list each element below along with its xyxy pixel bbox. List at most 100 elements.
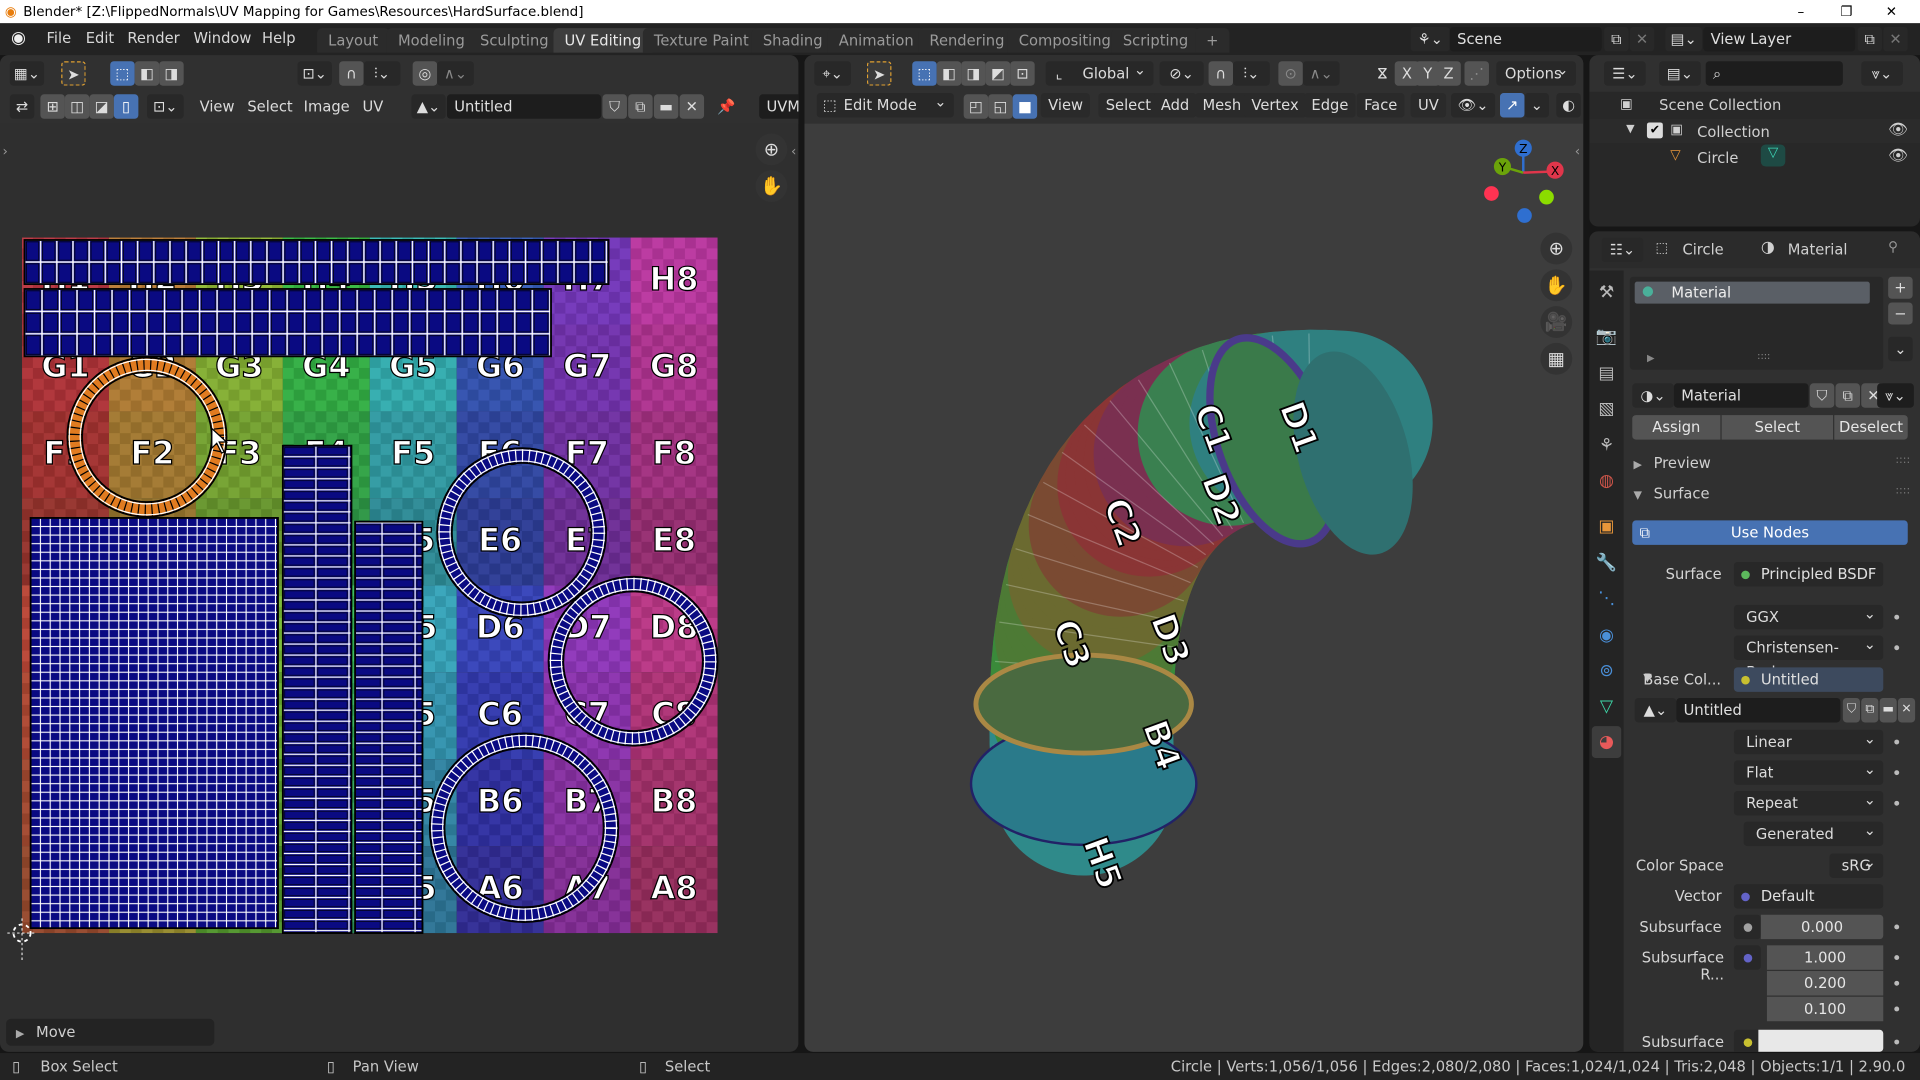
- tab-scripting[interactable]: Scripting: [1111, 28, 1200, 53]
- pan-hand-icon[interactable]: ✋: [1540, 269, 1573, 302]
- menu-edit[interactable]: Edit: [86, 29, 114, 46]
- tab-compositing[interactable]: Compositing: [1007, 28, 1122, 53]
- material-browse-icon[interactable]: ◑⌄: [1632, 383, 1674, 408]
- delete-view-layer-icon[interactable]: ✕: [1883, 26, 1908, 52]
- distribution-dropdown[interactable]: GGX: [1733, 601, 1884, 630]
- tab-render[interactable]: 📷: [1592, 321, 1621, 353]
- remove-slot-button[interactable]: −: [1888, 302, 1913, 325]
- filter-icon[interactable]: ⩔⌄: [1861, 61, 1903, 86]
- scene-name-field[interactable]: Scene: [1449, 26, 1602, 52]
- tab-tool[interactable]: ⚒: [1592, 277, 1621, 309]
- new-image-icon[interactable]: ⧉: [1861, 697, 1879, 723]
- uv-island-strip[interactable]: [23, 239, 610, 286]
- view-layer-field[interactable]: View Layer: [1703, 26, 1856, 52]
- camera-view-icon[interactable]: 🎥: [1540, 306, 1573, 338]
- menu-window[interactable]: Window: [193, 29, 251, 46]
- editor-type-icon[interactable]: ☷⌄: [1601, 237, 1644, 263]
- eye-icon[interactable]: 👁: [1888, 147, 1908, 165]
- tab-sculpting[interactable]: Sculpting: [468, 28, 560, 53]
- open-image-icon[interactable]: ▬: [1879, 697, 1897, 723]
- pin-icon[interactable]: ⚲: [1888, 239, 1898, 255]
- uv-island-ring[interactable]: [66, 356, 228, 518]
- perspective-grid-icon[interactable]: ▦: [1540, 342, 1573, 375]
- drag-handle-icon[interactable]: ::::: [1895, 485, 1910, 497]
- keyframe-dot[interactable]: [1894, 1006, 1900, 1012]
- keyframe-dot[interactable]: [1894, 980, 1900, 986]
- duplicate-material-icon[interactable]: ⧉: [1835, 383, 1861, 408]
- eye-icon[interactable]: 👁: [1888, 121, 1908, 139]
- tab-constraints[interactable]: ⊚: [1592, 655, 1621, 687]
- filter-view-icon[interactable]: ▤⌄: [1659, 61, 1701, 86]
- expand-arrow-icon[interactable]: ▶: [1647, 353, 1655, 364]
- image-browse-icon[interactable]: ▲⌄: [1634, 697, 1677, 723]
- minimize-button[interactable]: –: [1798, 0, 1805, 23]
- subsurface-radius-field[interactable]: 0.100: [1766, 996, 1884, 1022]
- preview-panel-header[interactable]: ▶ Preview ::::: [1633, 454, 1910, 476]
- mesh-data-icon[interactable]: ▽: [1760, 144, 1786, 167]
- use-nodes-button[interactable]: ⧉ Use Nodes: [1632, 520, 1908, 545]
- select-button[interactable]: Select: [1721, 415, 1834, 440]
- view-layer-icon[interactable]: ▤⌄: [1665, 26, 1703, 52]
- navigation-gizmo[interactable]: Z Y X: [1484, 139, 1564, 223]
- tab-particles[interactable]: ⋱: [1592, 583, 1621, 615]
- collection-row[interactable]: ▼ ✔ ▣ Collection 👁: [1589, 118, 1920, 144]
- uv-island-strip[interactable]: [281, 444, 353, 934]
- tab-texture-paint[interactable]: Texture Paint: [642, 28, 760, 53]
- surface-panel-header[interactable]: ▼ Surface ::::: [1633, 485, 1910, 507]
- tab-material[interactable]: ◕: [1591, 726, 1622, 758]
- uv-island-ring[interactable]: [547, 575, 719, 747]
- interpolation-dropdown[interactable]: Linear: [1733, 726, 1884, 755]
- base-color-field[interactable]: Untitled: [1733, 667, 1884, 692]
- keyframe-dot[interactable]: [1894, 614, 1900, 620]
- close-window-button[interactable]: ✕: [1886, 0, 1897, 23]
- tab-data[interactable]: ▽: [1592, 691, 1621, 723]
- material-slot-item[interactable]: ● Material: [1634, 281, 1870, 304]
- keyframe-dot[interactable]: [1894, 800, 1900, 806]
- keyframe-dot[interactable]: [1894, 739, 1900, 745]
- subsurface-socket-icon[interactable]: [1733, 914, 1761, 940]
- object-row[interactable]: ▽ Circle ▽ 👁: [1589, 144, 1920, 169]
- subsurface-color-socket-icon[interactable]: [1733, 1029, 1761, 1052]
- tab-shading[interactable]: Shading: [751, 28, 834, 53]
- unlink-image-icon[interactable]: ✕: [1897, 697, 1916, 723]
- uv-islands[interactable]: [0, 55, 798, 1052]
- tab-view-layer[interactable]: ▧: [1592, 393, 1621, 425]
- drag-handle-icon[interactable]: ::::: [1895, 454, 1910, 466]
- expanded-arrow-icon[interactable]: ▼: [1643, 672, 1651, 684]
- outliner-search-input[interactable]: ⌕: [1705, 61, 1843, 86]
- tab-scene[interactable]: ⚘: [1592, 430, 1621, 462]
- tab-object[interactable]: ▣: [1592, 511, 1621, 543]
- tab-modifiers[interactable]: 🔧: [1592, 547, 1621, 579]
- keyframe-dot[interactable]: [1894, 1039, 1900, 1045]
- tab-modeling[interactable]: Modeling: [386, 28, 476, 53]
- menu-help[interactable]: Help: [262, 29, 296, 46]
- keyframe-dot[interactable]: [1894, 955, 1900, 961]
- slot-specials-button[interactable]: ⌄: [1888, 336, 1913, 362]
- assign-button[interactable]: Assign: [1632, 415, 1721, 440]
- tab-layout[interactable]: Layout: [317, 28, 390, 53]
- menu-render[interactable]: Render: [127, 29, 179, 46]
- add-slot-button[interactable]: +: [1888, 276, 1913, 299]
- subsurface-radius-field[interactable]: 1.000: [1766, 945, 1884, 970]
- scene-collection-row[interactable]: ▣ Scene Collection: [1589, 92, 1920, 116]
- uv-island-ring[interactable]: [436, 447, 608, 619]
- keyframe-dot[interactable]: [1894, 770, 1900, 776]
- new-view-layer-icon[interactable]: ⧉: [1857, 26, 1883, 52]
- surface-shader-field[interactable]: Principled BSDF: [1733, 562, 1884, 587]
- tab-uv-editing[interactable]: UV Editing: [553, 28, 653, 53]
- menu-file[interactable]: File: [47, 29, 72, 46]
- tab-world[interactable]: ◍: [1592, 465, 1621, 497]
- uv-island-ring[interactable]: [428, 732, 620, 923]
- deselect-button[interactable]: Deselect: [1834, 415, 1908, 440]
- sidebar-toggle-icon[interactable]: ‹: [1575, 143, 1580, 159]
- source-dropdown[interactable]: Generated: [1743, 818, 1884, 847]
- uv-island-strip[interactable]: [29, 517, 279, 930]
- link-dropdown-icon[interactable]: ⩔⌄: [1877, 383, 1914, 408]
- tab-output[interactable]: ▤: [1592, 358, 1621, 390]
- vector-field[interactable]: Default: [1733, 884, 1884, 909]
- subsurface-value-field[interactable]: 0.000: [1760, 914, 1884, 940]
- uv-island-strip[interactable]: [354, 520, 424, 934]
- blender-menu-icon[interactable]: ◉: [11, 28, 26, 48]
- extension-dropdown[interactable]: Repeat: [1733, 787, 1884, 816]
- color-space-dropdown[interactable]: sRG: [1829, 850, 1884, 878]
